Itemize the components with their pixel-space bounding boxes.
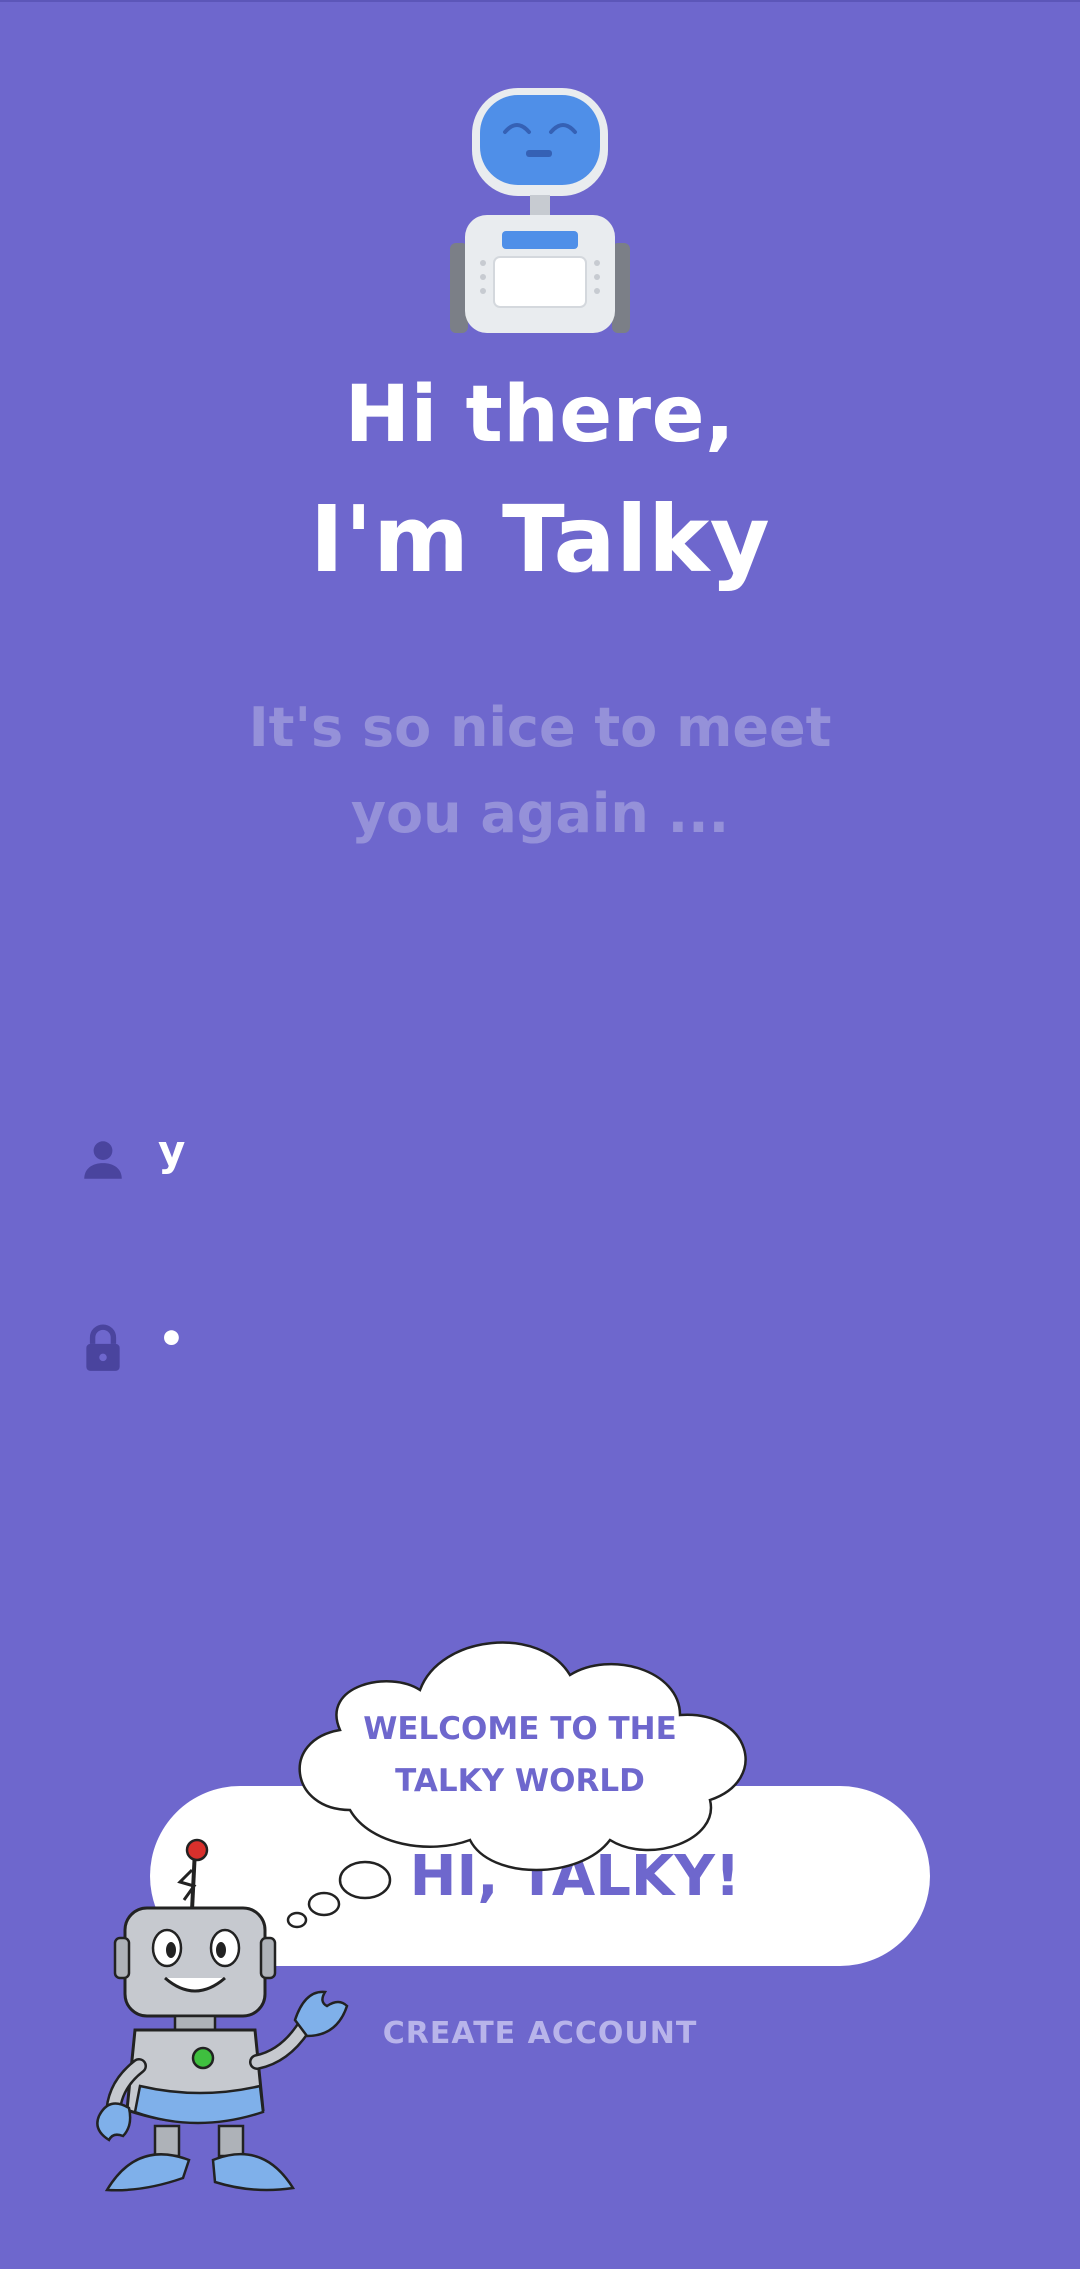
top-divider [0, 0, 1080, 2]
welcome-subtitle: It's so nice to meet you again ... [248, 696, 832, 845]
username-field[interactable] [70, 1110, 1010, 1210]
person-icon [84, 1141, 122, 1179]
waving-robot-mascot [96, 1838, 349, 2192]
password-field[interactable] [70, 1298, 1010, 1398]
greeting-title: Hi there, [344, 370, 736, 460]
talky-robot-logo [450, 88, 630, 333]
bubble-line-2: TALKY WORLD [395, 1763, 645, 1799]
bubble-line-1: WELCOME TO THE [363, 1711, 677, 1747]
lock-icon [86, 1324, 120, 1371]
app-name-title: I'm Talky [309, 486, 771, 593]
create-account-link[interactable]: CREATE ACCOUNT [290, 2016, 790, 2066]
thought-bubble-text: WELCOME TO THE TALKY WORLD [330, 1703, 710, 1807]
username-input[interactable] [158, 1126, 978, 1175]
password-input[interactable] [158, 1314, 978, 1363]
